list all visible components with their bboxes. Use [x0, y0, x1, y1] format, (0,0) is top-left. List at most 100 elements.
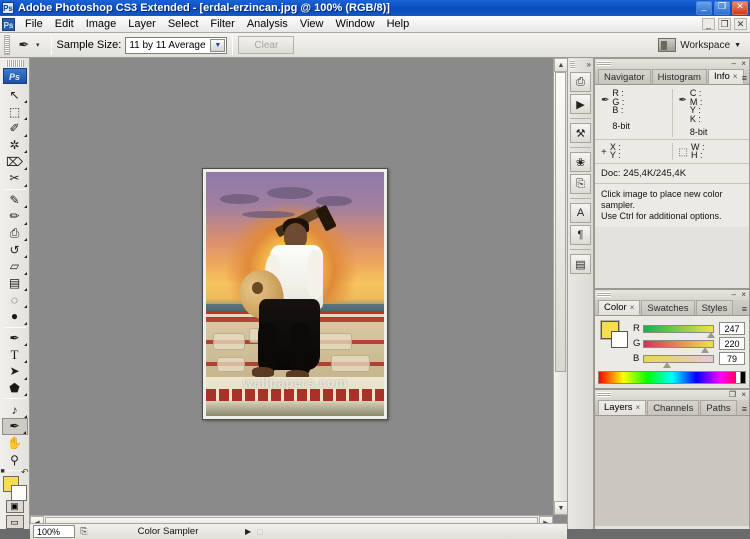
options-bar-grip[interactable] — [4, 35, 10, 55]
slider-thumb-g[interactable] — [700, 346, 709, 353]
history-brush-tool[interactable]: ↺ — [2, 241, 28, 259]
layers-panel-titlebar[interactable]: ❐ × — [595, 390, 749, 400]
menu-filter[interactable]: Filter — [204, 17, 240, 31]
magic-wand-tool[interactable]: ✲ — [2, 137, 28, 154]
color-sampler-tool[interactable]: ✒ — [1, 417, 28, 435]
healing-brush-tool[interactable]: ✎ — [2, 192, 28, 209]
restore-button[interactable]: ❐ — [714, 1, 730, 15]
brush-tool[interactable]: ✏ — [2, 208, 28, 225]
tab-color-close-icon[interactable]: × — [630, 303, 635, 312]
tab-info[interactable]: Info × — [707, 69, 744, 84]
status-menu-arrow-icon[interactable]: ▶ — [245, 527, 251, 536]
eraser-tool[interactable]: ▱ — [2, 258, 28, 275]
dock-character-button[interactable]: A — [570, 203, 591, 223]
color-spectrum-ramp[interactable] — [598, 371, 746, 384]
slice-tool[interactable]: ✂ — [2, 170, 28, 187]
gradient-tool[interactable]: ▤ — [2, 275, 28, 292]
tab-layers-close-icon[interactable]: × — [636, 403, 641, 412]
dock-brushes-button[interactable]: ❀ — [570, 152, 591, 172]
color-sampler-icon[interactable]: ✒ — [13, 35, 35, 55]
marquee-tool[interactable]: ⬚ — [2, 103, 28, 120]
quick-mask-button[interactable]: ▣ — [5, 499, 24, 514]
dock-layer-comps-button[interactable]: ▤ — [570, 254, 591, 274]
document-vertical-scrollbar[interactable]: ▲ ▼ — [553, 58, 568, 515]
scroll-up-button[interactable]: ▲ — [554, 58, 568, 72]
document-menu-icon[interactable]: Ps — [2, 17, 15, 31]
tab-histogram[interactable]: Histogram — [651, 69, 707, 84]
tab-info-close-icon[interactable]: × — [733, 72, 738, 81]
toolbar-grip[interactable] — [5, 60, 24, 67]
tab-color[interactable]: Color × — [598, 300, 641, 315]
slider-thumb-b[interactable] — [662, 361, 671, 368]
info-panel-titlebar[interactable]: – × — [595, 59, 749, 69]
menu-edit[interactable]: Edit — [49, 17, 80, 31]
tab-paths[interactable]: Paths — [700, 400, 737, 415]
menu-layer[interactable]: Layer — [122, 17, 162, 31]
dock-grip[interactable] — [570, 60, 575, 69]
document-minimize-button[interactable]: _ — [702, 18, 715, 30]
tab-navigator[interactable]: Navigator — [598, 69, 651, 84]
color-panel-menu-icon[interactable]: ≡ — [742, 304, 747, 314]
layers-panel-menu-icon[interactable]: ≡ — [742, 404, 747, 414]
screen-mode-button[interactable]: ▭ — [5, 515, 24, 529]
clone-stamp-tool[interactable]: ⎙ — [2, 225, 28, 242]
background-color-swatch[interactable] — [10, 485, 27, 502]
sample-size-select[interactable]: 11 by 11 Average ▼ — [125, 36, 228, 54]
vertical-scroll-thumb[interactable] — [555, 72, 566, 372]
blur-tool[interactable]: ◌ — [2, 291, 28, 308]
color-panel-grip[interactable] — [597, 292, 611, 297]
slider-track-b[interactable] — [643, 354, 714, 368]
menu-view[interactable]: View — [294, 17, 330, 31]
dock-paragraph-button[interactable]: ¶ — [570, 225, 591, 245]
color-panel-minimize-icon[interactable]: – — [732, 290, 736, 299]
close-button[interactable]: ✕ — [732, 1, 748, 15]
minimize-button[interactable]: _ — [696, 1, 712, 15]
slider-value-b[interactable]: 79 — [719, 352, 745, 365]
slider-value-r[interactable]: 247 — [719, 322, 745, 335]
info-panel-close-icon[interactable]: × — [741, 59, 746, 68]
document-restore-button[interactable]: ❐ — [718, 18, 731, 30]
workspace-button[interactable]: Workspace ▼ — [653, 36, 746, 55]
reset-colors-icon[interactable]: ■ — [1, 468, 5, 475]
crop-tool[interactable]: ⌦ — [2, 153, 28, 170]
slider-track-g[interactable] — [643, 339, 714, 353]
notes-tool[interactable]: ♪ — [2, 401, 28, 418]
layers-panel-minimize-icon[interactable]: ❐ — [729, 390, 736, 399]
tool-preset-chevron-down-icon[interactable]: ▾ — [36, 41, 40, 49]
shape-tool[interactable]: ⬟ — [2, 380, 28, 397]
dock-tool-presets-button[interactable]: ⚒ — [570, 123, 591, 143]
zoom-tool[interactable]: ⚲ — [2, 451, 28, 468]
lasso-tool[interactable]: ✐ — [2, 120, 28, 137]
menu-image[interactable]: Image — [80, 17, 123, 31]
menu-analysis[interactable]: Analysis — [241, 17, 294, 31]
document-close-button[interactable]: ✕ — [734, 18, 747, 30]
move-tool[interactable]: ↖ — [2, 87, 28, 104]
dodge-tool[interactable]: ● — [2, 308, 28, 325]
menu-help[interactable]: Help — [381, 17, 416, 31]
layers-panel-grip[interactable] — [597, 392, 611, 397]
tab-swatches[interactable]: Swatches — [641, 300, 695, 315]
chevron-down-icon[interactable]: ▼ — [210, 38, 226, 52]
color-panel-background-swatch[interactable] — [611, 331, 628, 348]
info-panel-menu-icon[interactable]: ≡ — [742, 73, 747, 83]
expand-dock-icon[interactable]: » — [587, 60, 591, 69]
zoom-level-input[interactable]: 100% — [33, 525, 75, 538]
dock-clone-source-button[interactable]: ⎘ — [570, 174, 591, 194]
slider-thumb-r[interactable] — [707, 331, 716, 338]
slider-track-r[interactable] — [643, 324, 716, 338]
info-panel-minimize-icon[interactable]: – — [732, 59, 736, 68]
color-panel-close-icon[interactable]: × — [741, 290, 746, 299]
swap-colors-icon[interactable]: ↶ — [21, 467, 29, 478]
info-panel-grip[interactable] — [597, 61, 611, 66]
menu-select[interactable]: Select — [162, 17, 205, 31]
tab-channels[interactable]: Channels — [647, 400, 700, 415]
scroll-down-button[interactable]: ▼ — [554, 501, 568, 515]
dock-history-button[interactable]: ⎙ — [570, 72, 591, 92]
menu-file[interactable]: File — [19, 17, 49, 31]
tab-styles[interactable]: Styles — [695, 300, 734, 315]
image-canvas[interactable]: wallpapers.com — [202, 168, 388, 420]
pen-tool[interactable]: ✒ — [2, 330, 28, 347]
type-tool[interactable]: T — [2, 346, 28, 363]
path-selection-tool[interactable]: ➤ — [2, 363, 28, 380]
clear-button[interactable]: Clear — [238, 36, 295, 54]
